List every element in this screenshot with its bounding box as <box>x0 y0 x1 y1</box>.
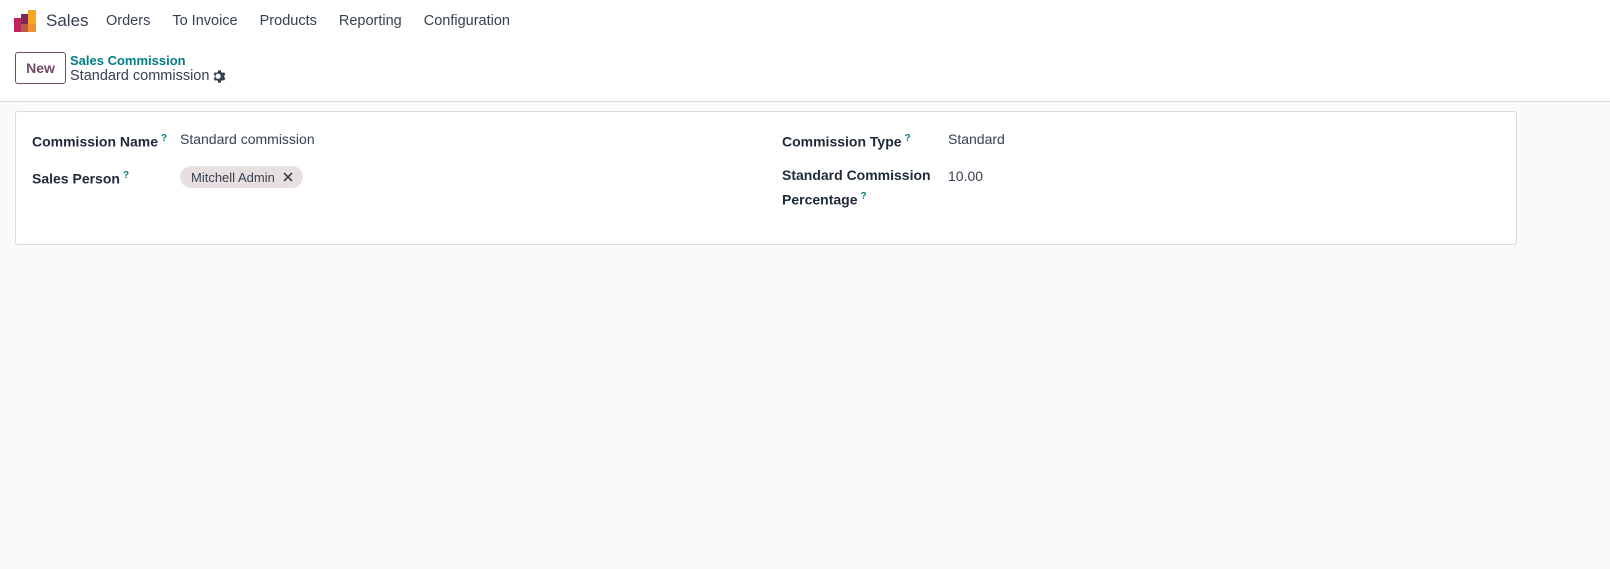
commission-name-field[interactable]: Standard commission <box>180 129 315 150</box>
top-navbar: Sales Orders To Invoice Products Reporti… <box>0 0 1610 42</box>
sales-person-label: Sales Person? <box>32 170 130 187</box>
commission-type-field[interactable]: Standard <box>948 129 1005 150</box>
close-icon[interactable] <box>283 172 293 182</box>
commission-name-label: Commission Name? <box>32 133 168 150</box>
breadcrumb-sales-commission[interactable]: Sales Commission <box>70 53 186 68</box>
help-icon[interactable]: ? <box>123 170 129 181</box>
app-name[interactable]: Sales <box>46 11 89 31</box>
menu-to-invoice[interactable]: To Invoice <box>161 13 248 29</box>
menu-orders[interactable]: Orders <box>106 13 161 29</box>
form-sheet: Commission Name? Standard commission Sal… <box>15 111 1517 245</box>
record-title: Standard commission <box>70 68 210 84</box>
gear-icon[interactable] <box>212 69 227 84</box>
commission-type-label: Commission Type? <box>782 133 911 150</box>
sales-person-tag: Mitchell Admin <box>180 166 303 188</box>
help-icon[interactable]: ? <box>905 133 911 144</box>
menu-products[interactable]: Products <box>249 13 328 29</box>
menu-reporting[interactable]: Reporting <box>328 13 413 29</box>
sales-app-icon[interactable] <box>14 10 36 32</box>
new-button[interactable]: New <box>15 52 66 84</box>
help-icon[interactable]: ? <box>161 133 167 144</box>
menu-configuration[interactable]: Configuration <box>413 13 521 29</box>
standard-percentage-field[interactable]: 10.00 <box>948 166 983 187</box>
help-icon[interactable]: ? <box>860 191 866 202</box>
main-menu: Orders To Invoice Products Reporting Con… <box>106 13 521 29</box>
tag-label: Mitchell Admin <box>191 169 275 185</box>
control-panel: New Sales Commission Standard commission <box>0 42 1610 102</box>
standard-percentage-label: Standard Commission Percentage? <box>782 167 931 208</box>
